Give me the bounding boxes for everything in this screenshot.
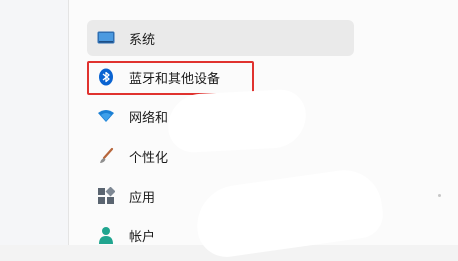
sidebar-item-label: 应用 <box>129 190 156 206</box>
user-icon <box>97 226 115 244</box>
monitor-icon <box>97 29 115 47</box>
decorative-dot <box>438 194 441 197</box>
redaction-blob <box>166 88 308 154</box>
sidebar-item-system[interactable]: 系统 <box>87 20 354 56</box>
brush-icon <box>97 147 115 165</box>
divider <box>68 0 69 245</box>
apps-icon <box>97 187 115 205</box>
wifi-icon <box>97 107 115 125</box>
sidebar-item-label: 帐户 <box>129 229 156 245</box>
highlight-annotation-box <box>87 61 254 95</box>
sidebar-item-label: 系统 <box>129 32 156 48</box>
sidebar-item-label: 网络和 <box>129 110 169 126</box>
sidebar-item-label: 个性化 <box>129 150 169 166</box>
